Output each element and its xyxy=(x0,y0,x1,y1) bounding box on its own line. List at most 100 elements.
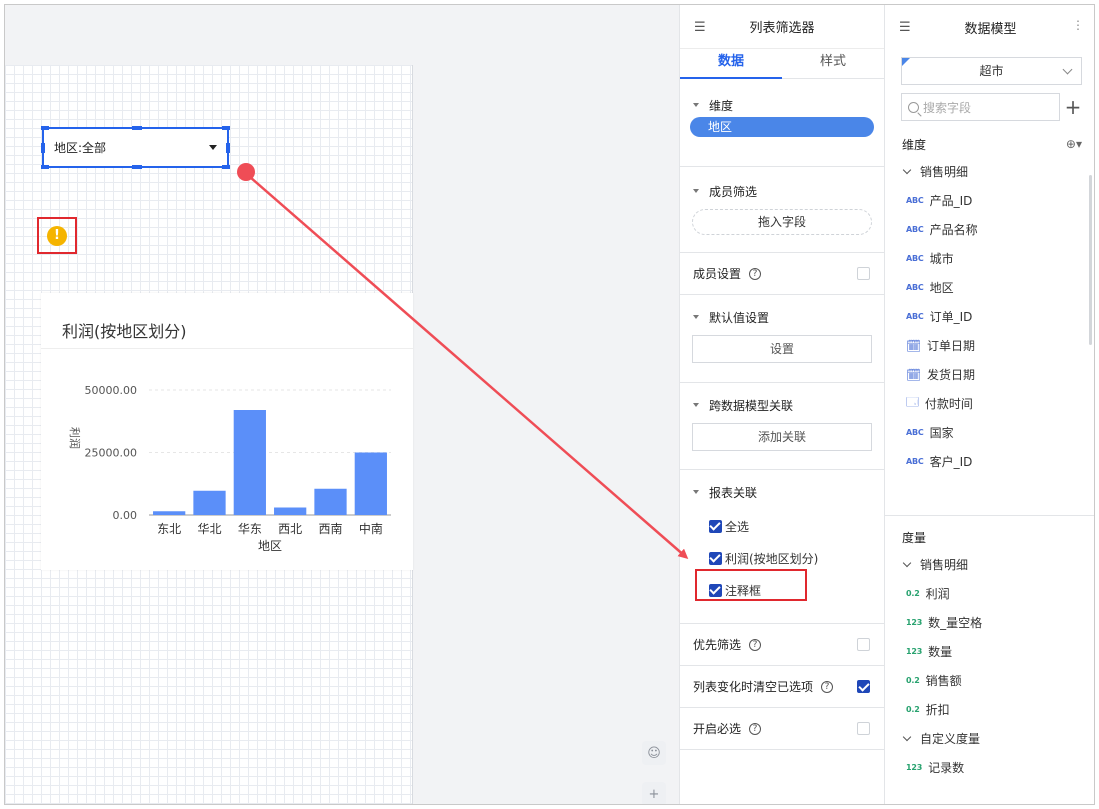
clear-on-change-checkbox[interactable] xyxy=(857,680,870,693)
panel-header: ☰ 数据模型 ⋮ xyxy=(885,5,1094,49)
drop-field-zone[interactable]: 拖入字段 xyxy=(692,209,872,235)
filter-settings-panel: ☰ 列表筛选器 数据 样式 维度 地区 成员筛选 拖入字段 成员设置 ? 默认值… xyxy=(679,5,884,804)
field-item[interactable]: 🗓 订单日期 xyxy=(885,331,1094,360)
chevron-down-icon xyxy=(1062,64,1073,75)
field-item[interactable]: 0.2 折扣 xyxy=(885,695,1094,724)
triangle-down-icon xyxy=(693,103,699,107)
field-group[interactable]: 销售明细 xyxy=(885,157,1094,186)
field-group[interactable]: 销售明细 xyxy=(885,550,1094,579)
help-icon[interactable]: ? xyxy=(749,722,762,735)
section-head[interactable]: 跨数据模型关联 xyxy=(680,393,884,417)
datetime-type-icon: 🗔 xyxy=(906,395,919,409)
list-filter-widget[interactable]: 地区:全部 xyxy=(41,126,230,169)
member-settings-checkbox[interactable] xyxy=(857,267,870,280)
chart-widget[interactable]: 利润(按地区划分) 0.00 25000.00 50000.00 东北 华北 华东 西北 西南… xyxy=(41,293,413,570)
y-tick-label: 50000.00 xyxy=(85,384,138,397)
field-item[interactable]: 123 数量 xyxy=(885,637,1094,666)
help-icon[interactable]: ? xyxy=(749,638,762,651)
search-icon xyxy=(908,101,919,113)
more-options-icon[interactable]: ⋮ xyxy=(1072,18,1084,32)
field-item[interactable]: ABC 产品_ID xyxy=(885,186,1094,215)
section-title: 维度 xyxy=(709,98,734,113)
group-label: 销售明细 xyxy=(920,165,969,179)
warning-icon[interactable]: ! xyxy=(47,225,67,246)
field-item[interactable]: 0.2 利润 xyxy=(885,579,1094,608)
field-item[interactable]: 🗓 发货日期 xyxy=(885,360,1094,389)
resize-handle[interactable] xyxy=(41,165,49,169)
app-window: 地区:全部 ! 利润(按地区划分) 0.00 25000.00 50000.00 东北… xyxy=(4,4,1095,805)
field-type-tag: 123 xyxy=(906,647,923,656)
priority-filter-checkbox[interactable] xyxy=(857,638,870,651)
field-item[interactable]: ABC 客户_ID xyxy=(885,447,1094,476)
data-model-panel: ☰ 数据模型 ⋮ 超市 搜索字段 + 维度 ⊕▾ 销售明细 ABC 产品_ID AB… xyxy=(884,5,1094,804)
panel-header: ☰ 列表筛选器 xyxy=(680,5,884,49)
select-all-checkbox[interactable]: 全选 xyxy=(680,510,884,542)
field-item[interactable]: ABC 城市 xyxy=(885,244,1094,273)
triangle-down-icon xyxy=(693,189,699,193)
search-placeholder: 搜索字段 xyxy=(923,100,972,115)
field-item[interactable]: ABC 地区 xyxy=(885,273,1094,302)
resize-handle[interactable] xyxy=(226,143,230,153)
field-name: 销售额 xyxy=(925,674,962,688)
corner-marker xyxy=(902,58,910,66)
resize-handle[interactable] xyxy=(41,143,45,153)
dimension-header: 维度 ⊕▾ xyxy=(885,131,1094,157)
resize-handle[interactable] xyxy=(132,165,142,169)
search-field-input[interactable]: 搜索字段 xyxy=(901,93,1060,121)
field-type-tag: ABC xyxy=(906,254,924,263)
section-head[interactable]: 维度 xyxy=(680,93,884,117)
filter-selected-value: 地区:全部 xyxy=(54,141,107,155)
field-name: 国家 xyxy=(929,426,954,440)
field-name: 产品名称 xyxy=(929,223,978,237)
field-item[interactable]: 0.2 销售额 xyxy=(885,666,1094,695)
add-relation-button[interactable]: 添加关联 xyxy=(692,423,872,451)
section-head[interactable]: 成员筛选 xyxy=(680,179,884,203)
resize-handle[interactable] xyxy=(41,126,49,130)
help-icon[interactable]: ? xyxy=(821,680,834,693)
triangle-down-icon xyxy=(693,403,699,407)
section-head[interactable]: 默认值设置 xyxy=(680,305,884,329)
add-field-button[interactable]: + xyxy=(1060,95,1086,119)
globe-icon[interactable]: ⊕▾ xyxy=(1066,137,1082,151)
resize-handle[interactable] xyxy=(222,165,230,169)
field-name: 利润 xyxy=(925,587,950,601)
collapse-panel-icon[interactable]: ☰ xyxy=(694,20,706,35)
option-label: 优先筛选 xyxy=(693,638,742,652)
field-item[interactable]: ABC 国家 xyxy=(885,418,1094,447)
field-item[interactable]: ABC 产品名称 xyxy=(885,215,1094,244)
caret-down-icon[interactable] xyxy=(209,145,217,150)
field-name: 城市 xyxy=(929,252,954,266)
field-item[interactable]: 🗔 付款时间 xyxy=(885,389,1094,418)
field-item[interactable]: 123 数_量空格 xyxy=(885,608,1094,637)
dimension-section: 维度 地区 xyxy=(680,79,884,167)
dimension-field-pill[interactable]: 地区 xyxy=(690,117,874,137)
x-tick-label: 中南 xyxy=(359,521,383,536)
field-type-tag: 0.2 xyxy=(906,705,920,714)
field-name: 地区 xyxy=(929,281,954,295)
chevron-down-icon xyxy=(902,165,912,175)
bar-华北 xyxy=(193,490,226,515)
plus-icon[interactable]: + xyxy=(642,782,666,804)
checked-icon xyxy=(709,519,722,533)
section-head[interactable]: 报表关联 xyxy=(680,480,884,504)
tab-data[interactable]: 数据 xyxy=(680,49,782,78)
tab-style[interactable]: 样式 xyxy=(782,49,884,78)
field-item[interactable]: 123 记录数 xyxy=(885,753,1094,782)
collapse-panel-icon[interactable]: ☰ xyxy=(899,20,911,35)
scrollbar[interactable] xyxy=(1089,175,1092,345)
resize-handle[interactable] xyxy=(132,126,142,130)
report-canvas[interactable]: 地区:全部 ! 利润(按地区划分) 0.00 25000.00 50000.00 东北… xyxy=(5,5,679,804)
annotation-highlight: ! xyxy=(37,217,77,254)
field-item[interactable]: ABC 订单_ID xyxy=(885,302,1094,331)
field-name: 记录数 xyxy=(928,761,965,775)
measure-header: 度量 xyxy=(885,524,1094,550)
model-select-dropdown[interactable]: 超市 xyxy=(901,57,1082,85)
robot-icon[interactable]: ☺ xyxy=(642,741,666,765)
required-checkbox[interactable] xyxy=(857,722,870,735)
help-icon[interactable]: ? xyxy=(749,267,762,280)
field-type-tag: ABC xyxy=(906,283,924,292)
field-group[interactable]: 自定义度量 xyxy=(885,724,1094,753)
settings-button[interactable]: 设置 xyxy=(692,335,872,363)
field-name: 订单_ID xyxy=(929,310,973,324)
resize-handle[interactable] xyxy=(222,126,230,130)
